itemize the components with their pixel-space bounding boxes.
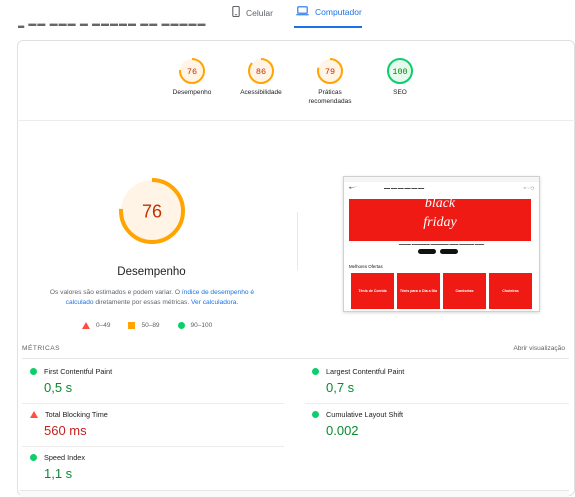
- score-gauge[interactable]: 79 Práticas recomendadas: [295, 57, 365, 107]
- metric-si: Speed Index 1,1 s: [30, 453, 280, 481]
- legend-label: 90–100: [190, 322, 213, 329]
- metric-cls: Cumulative Layout Shift 0.002: [312, 410, 562, 438]
- section-divider: [17, 120, 575, 121]
- circle-icon: [30, 454, 37, 461]
- metric-tbt: Total Blocking Time 560 ms: [30, 410, 280, 438]
- screenshot-buttons: [418, 249, 458, 254]
- tab-desktop-label: Computador: [315, 7, 362, 17]
- category-scores: 76 Desempenho 86 Acessibilidade 79 Práticas r…: [0, 57, 575, 117]
- score-value: 86: [256, 67, 266, 77]
- banner-text-1: black: [424, 196, 456, 211]
- score-label: SEO: [393, 89, 407, 96]
- triangle-icon: [82, 322, 90, 329]
- note-text-2: diretamente por essas métricas.: [93, 299, 192, 307]
- performance-score: 76: [142, 202, 162, 222]
- vertical-separator: [297, 212, 298, 270]
- page-screenshot[interactable]: ▬▬ ▬▬ ▬▬ ▬▬ ▬▬ ▬▬ ▭ ♡ ◯ black friday ▬▬▬…: [343, 176, 540, 312]
- tab-mobile-label: Celular: [246, 7, 273, 18]
- score-label: Desempenho: [172, 89, 212, 96]
- tile: Tênis para o Dia a Dia: [397, 273, 440, 309]
- circle-icon: [312, 411, 319, 418]
- metric-divider: [22, 403, 284, 404]
- tab-mobile[interactable]: Celular: [232, 5, 273, 19]
- screenshot-banner: black friday: [349, 196, 531, 241]
- circle-icon: [177, 322, 185, 329]
- legend-fail: 0–49: [82, 322, 110, 329]
- active-tab-indicator: [294, 26, 362, 28]
- tab-desktop[interactable]: Computador: [296, 6, 362, 18]
- score-value: 76: [187, 67, 197, 77]
- banner-text-2: friday: [423, 215, 457, 230]
- note-text: Os valores são estimados e podem variar.…: [49, 289, 182, 296]
- screenshot-tiles: Tênis de Corrida Tênis para o Dia a Dia …: [351, 273, 532, 309]
- metric-value: 0,5 s: [44, 380, 73, 395]
- metric-value: 0.002: [326, 423, 359, 438]
- metric-name: Total Blocking Time: [45, 410, 108, 419]
- metrics-divider: [22, 358, 569, 359]
- score-value: 100: [392, 67, 407, 77]
- metric-name: Largest Contentful Paint: [326, 367, 405, 376]
- metric-name: Cumulative Layout Shift: [326, 410, 404, 419]
- clipped-text-fragment: ▂ ▬▬ ▬▬▬ ▬ ▬▬▬▬▬ ▬▬ ▬▬▬▬▬ ▬ ▬: [18, 23, 207, 31]
- score-gauge[interactable]: 86 Acessibilidade: [226, 57, 296, 98]
- metric-name: First Contentful Paint: [44, 367, 113, 376]
- legend-average: 50–89: [128, 322, 160, 329]
- legend-pass: 90–100: [177, 322, 213, 329]
- performance-title: Desempenho: [117, 266, 186, 278]
- expand-view-toggle[interactable]: Abrir visualização: [513, 345, 565, 352]
- score-label: Acessibilidade: [240, 89, 282, 96]
- screenshot-subtext: ▬▬▬▬ ▬▬▬▬▬▬ ▬▬▬▬▬▬ ▬▬▬ ▬▬▬▬▬ ▬▬▬: [398, 242, 485, 246]
- metric-value: 560 ms: [44, 423, 87, 438]
- metric-value: 0,7 s: [326, 380, 355, 395]
- score-value: 79: [325, 67, 335, 77]
- score-note: Os valores são estimados e podem variar.…: [38, 288, 266, 308]
- performance-gauge: 76: [116, 175, 188, 247]
- swoosh-logo-icon: [349, 185, 359, 190]
- score-gauge[interactable]: 76 Desempenho: [157, 57, 227, 98]
- calculator-link[interactable]: Ver calculadora.: [191, 299, 238, 306]
- triangle-icon: [30, 411, 38, 418]
- circle-icon: [30, 368, 37, 375]
- legend-label: 0–49: [96, 322, 111, 329]
- screenshot-nav: ▬▬ ▬▬ ▬▬ ▬▬ ▬▬ ▬▬ ▭ ♡ ◯: [344, 182, 539, 193]
- metric-divider: [305, 403, 569, 404]
- tile: Camisetas: [443, 273, 486, 309]
- metric-divider: [22, 446, 284, 447]
- metric-value: 1,1 s: [44, 466, 73, 481]
- laptop-icon: [296, 6, 309, 18]
- tile: Chuteiras: [489, 273, 532, 309]
- score-label: Práticas recomendadas: [308, 89, 352, 105]
- legend-label: 50–89: [141, 322, 160, 329]
- metric-fcp: First Contentful Paint 0,5 s: [30, 367, 280, 395]
- square-icon: [128, 322, 136, 329]
- circle-icon: [312, 368, 319, 375]
- phone-icon: [232, 5, 240, 19]
- offers-title: Melhores Ofertas: [349, 264, 383, 269]
- metric-name: Speed Index: [44, 453, 85, 462]
- score-legend: 0–49 50–89 90–100: [82, 322, 212, 329]
- tile: Tênis de Corrida: [351, 273, 394, 309]
- score-gauge[interactable]: 100 SEO: [365, 57, 435, 98]
- metrics-header: MÉTRICAS: [22, 345, 61, 352]
- metric-lcp: Largest Contentful Paint 0,7 s: [312, 367, 562, 395]
